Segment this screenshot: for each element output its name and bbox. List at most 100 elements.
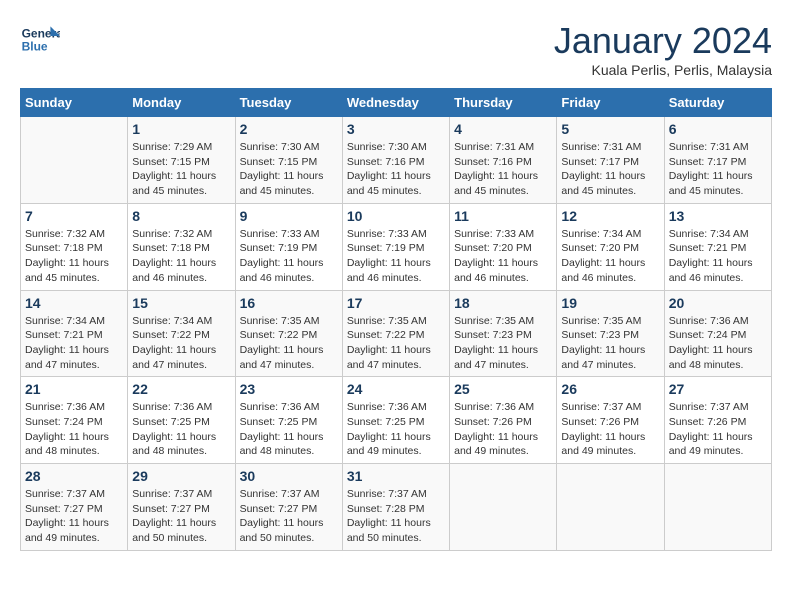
cell-sun-info: Sunrise: 7:37 AM Sunset: 7:26 PM Dayligh… — [561, 400, 659, 459]
calendar-cell: 26 Sunrise: 7:37 AM Sunset: 7:26 PM Dayli… — [557, 377, 664, 464]
title-block: January 2024 Kuala Perlis, Perlis, Malay… — [554, 20, 772, 78]
cell-sun-info: Sunrise: 7:36 AM Sunset: 7:25 PM Dayligh… — [132, 400, 230, 459]
calendar-cell: 30 Sunrise: 7:37 AM Sunset: 7:27 PM Dayli… — [235, 464, 342, 551]
cell-sun-info: Sunrise: 7:31 AM Sunset: 7:17 PM Dayligh… — [561, 140, 659, 199]
calendar-cell: 8 Sunrise: 7:32 AM Sunset: 7:18 PM Daylig… — [128, 203, 235, 290]
calendar-cell: 16Sunrise: 7:35 AM Sunset: 7:22 PM Dayli… — [235, 290, 342, 377]
day-number: 13 — [669, 208, 767, 224]
cell-sun-info: Sunrise: 7:37 AM Sunset: 7:28 PM Dayligh… — [347, 487, 445, 546]
day-number: 4 — [454, 121, 552, 137]
calendar-cell: 3Sunrise: 7:30 AM Sunset: 7:16 PM Daylig… — [342, 117, 449, 204]
logo-icon: General Blue — [20, 20, 60, 60]
calendar-cell — [450, 464, 557, 551]
cell-sun-info: Sunrise: 7:33 AM Sunset: 7:20 PM Dayligh… — [454, 227, 552, 286]
cell-sun-info: Sunrise: 7:37 AM Sunset: 7:27 PM Dayligh… — [25, 487, 123, 546]
cell-sun-info: Sunrise: 7:30 AM Sunset: 7:15 PM Dayligh… — [240, 140, 338, 199]
cell-sun-info: Sunrise: 7:35 AM Sunset: 7:22 PM Dayligh… — [347, 314, 445, 373]
calendar-cell — [21, 117, 128, 204]
col-header-saturday: Saturday — [664, 89, 771, 117]
col-header-tuesday: Tuesday — [235, 89, 342, 117]
calendar-week-row: 7 Sunrise: 7:32 AM Sunset: 7:18 PM Daylig… — [21, 203, 772, 290]
day-number: 7 — [25, 208, 123, 224]
cell-sun-info: Sunrise: 7:32 AM Sunset: 7:18 PM Dayligh… — [25, 227, 123, 286]
svg-text:Blue: Blue — [22, 39, 48, 53]
col-header-thursday: Thursday — [450, 89, 557, 117]
calendar-cell: 19Sunrise: 7:35 AM Sunset: 7:23 PM Dayli… — [557, 290, 664, 377]
day-number: 12 — [561, 208, 659, 224]
calendar-cell: 29 Sunrise: 7:37 AM Sunset: 7:27 PM Dayli… — [128, 464, 235, 551]
page-header: General Blue January 2024 Kuala Perlis, … — [20, 20, 772, 78]
cell-sun-info: Sunrise: 7:31 AM Sunset: 7:17 PM Dayligh… — [669, 140, 767, 199]
calendar-cell: 14Sunrise: 7:34 AM Sunset: 7:21 PM Dayli… — [21, 290, 128, 377]
day-number: 22 — [132, 381, 230, 397]
cell-sun-info: Sunrise: 7:36 AM Sunset: 7:24 PM Dayligh… — [669, 314, 767, 373]
col-header-monday: Monday — [128, 89, 235, 117]
cell-sun-info: Sunrise: 7:36 AM Sunset: 7:25 PM Dayligh… — [347, 400, 445, 459]
calendar-cell: 27Sunrise: 7:37 AM Sunset: 7:26 PM Dayli… — [664, 377, 771, 464]
calendar-cell: 20 Sunrise: 7:36 AM Sunset: 7:24 PM Dayli… — [664, 290, 771, 377]
day-number: 20 — [669, 295, 767, 311]
day-number: 6 — [669, 121, 767, 137]
col-header-sunday: Sunday — [21, 89, 128, 117]
day-number: 23 — [240, 381, 338, 397]
cell-sun-info: Sunrise: 7:30 AM Sunset: 7:16 PM Dayligh… — [347, 140, 445, 199]
calendar-cell: 23 Sunrise: 7:36 AM Sunset: 7:25 PM Dayli… — [235, 377, 342, 464]
cell-sun-info: Sunrise: 7:37 AM Sunset: 7:27 PM Dayligh… — [240, 487, 338, 546]
day-number: 8 — [132, 208, 230, 224]
calendar-cell: 22 Sunrise: 7:36 AM Sunset: 7:25 PM Dayli… — [128, 377, 235, 464]
day-number: 17 — [347, 295, 445, 311]
cell-sun-info: Sunrise: 7:29 AM Sunset: 7:15 PM Dayligh… — [132, 140, 230, 199]
cell-sun-info: Sunrise: 7:32 AM Sunset: 7:18 PM Dayligh… — [132, 227, 230, 286]
day-number: 5 — [561, 121, 659, 137]
cell-sun-info: Sunrise: 7:35 AM Sunset: 7:22 PM Dayligh… — [240, 314, 338, 373]
calendar-cell: 5 Sunrise: 7:31 AM Sunset: 7:17 PM Daylig… — [557, 117, 664, 204]
calendar-cell: 25Sunrise: 7:36 AM Sunset: 7:26 PM Dayli… — [450, 377, 557, 464]
col-header-friday: Friday — [557, 89, 664, 117]
cell-sun-info: Sunrise: 7:35 AM Sunset: 7:23 PM Dayligh… — [454, 314, 552, 373]
day-number: 15 — [132, 295, 230, 311]
cell-sun-info: Sunrise: 7:37 AM Sunset: 7:27 PM Dayligh… — [132, 487, 230, 546]
day-number: 18 — [454, 295, 552, 311]
day-number: 2 — [240, 121, 338, 137]
day-number: 11 — [454, 208, 552, 224]
cell-sun-info: Sunrise: 7:33 AM Sunset: 7:19 PM Dayligh… — [240, 227, 338, 286]
calendar-cell: 17 Sunrise: 7:35 AM Sunset: 7:22 PM Dayli… — [342, 290, 449, 377]
calendar-table: SundayMondayTuesdayWednesdayThursdayFrid… — [20, 88, 772, 551]
cell-sun-info: Sunrise: 7:34 AM Sunset: 7:20 PM Dayligh… — [561, 227, 659, 286]
cell-sun-info: Sunrise: 7:35 AM Sunset: 7:23 PM Dayligh… — [561, 314, 659, 373]
calendar-cell — [664, 464, 771, 551]
day-number: 1 — [132, 121, 230, 137]
calendar-cell: 6 Sunrise: 7:31 AM Sunset: 7:17 PM Daylig… — [664, 117, 771, 204]
cell-sun-info: Sunrise: 7:34 AM Sunset: 7:21 PM Dayligh… — [25, 314, 123, 373]
cell-sun-info: Sunrise: 7:36 AM Sunset: 7:25 PM Dayligh… — [240, 400, 338, 459]
day-number: 29 — [132, 468, 230, 484]
day-number: 26 — [561, 381, 659, 397]
day-number: 30 — [240, 468, 338, 484]
cell-sun-info: Sunrise: 7:31 AM Sunset: 7:16 PM Dayligh… — [454, 140, 552, 199]
col-header-wednesday: Wednesday — [342, 89, 449, 117]
calendar-cell: 15 Sunrise: 7:34 AM Sunset: 7:22 PM Dayli… — [128, 290, 235, 377]
cell-sun-info: Sunrise: 7:34 AM Sunset: 7:21 PM Dayligh… — [669, 227, 767, 286]
cell-sun-info: Sunrise: 7:36 AM Sunset: 7:26 PM Dayligh… — [454, 400, 552, 459]
calendar-cell: 18 Sunrise: 7:35 AM Sunset: 7:23 PM Dayli… — [450, 290, 557, 377]
cell-sun-info: Sunrise: 7:36 AM Sunset: 7:24 PM Dayligh… — [25, 400, 123, 459]
calendar-week-row: 1 Sunrise: 7:29 AM Sunset: 7:15 PM Daylig… — [21, 117, 772, 204]
calendar-header-row: SundayMondayTuesdayWednesdayThursdayFrid… — [21, 89, 772, 117]
calendar-cell: 4 Sunrise: 7:31 AM Sunset: 7:16 PM Daylig… — [450, 117, 557, 204]
logo: General Blue — [20, 20, 62, 60]
calendar-cell — [557, 464, 664, 551]
calendar-cell: 31Sunrise: 7:37 AM Sunset: 7:28 PM Dayli… — [342, 464, 449, 551]
calendar-week-row: 28Sunrise: 7:37 AM Sunset: 7:27 PM Dayli… — [21, 464, 772, 551]
calendar-cell: 10Sunrise: 7:33 AM Sunset: 7:19 PM Dayli… — [342, 203, 449, 290]
day-number: 21 — [25, 381, 123, 397]
calendar-week-row: 14Sunrise: 7:34 AM Sunset: 7:21 PM Dayli… — [21, 290, 772, 377]
location: Kuala Perlis, Perlis, Malaysia — [554, 62, 772, 78]
calendar-week-row: 21 Sunrise: 7:36 AM Sunset: 7:24 PM Dayli… — [21, 377, 772, 464]
month-title: January 2024 — [554, 20, 772, 62]
calendar-cell: 2 Sunrise: 7:30 AM Sunset: 7:15 PM Daylig… — [235, 117, 342, 204]
day-number: 9 — [240, 208, 338, 224]
day-number: 24 — [347, 381, 445, 397]
cell-sun-info: Sunrise: 7:34 AM Sunset: 7:22 PM Dayligh… — [132, 314, 230, 373]
calendar-cell: 9 Sunrise: 7:33 AM Sunset: 7:19 PM Daylig… — [235, 203, 342, 290]
cell-sun-info: Sunrise: 7:33 AM Sunset: 7:19 PM Dayligh… — [347, 227, 445, 286]
